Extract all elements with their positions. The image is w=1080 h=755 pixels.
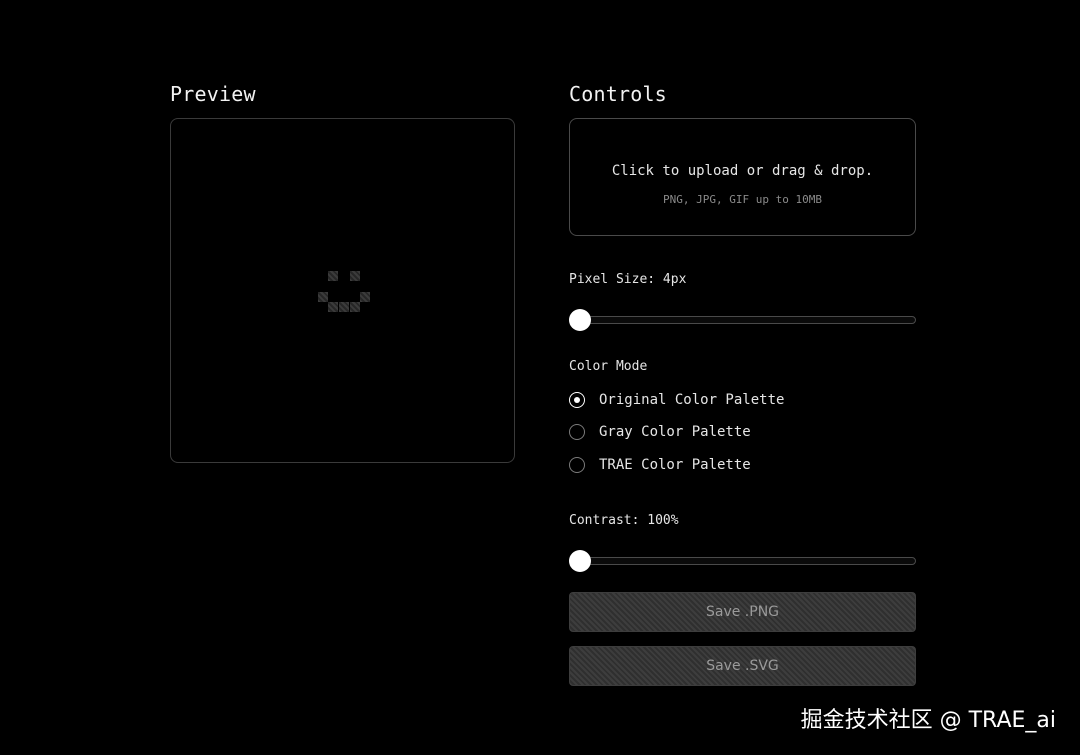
- radio-button[interactable]: [569, 424, 585, 440]
- radio-button[interactable]: [569, 392, 585, 408]
- watermark: 掘金技术社区 @ TRAE_ai: [800, 708, 1056, 733]
- radio-label: Gray Color Palette: [599, 424, 751, 440]
- pixel-size-slider-track[interactable]: [569, 316, 916, 324]
- pixel-size-slider-thumb[interactable]: [569, 309, 591, 331]
- save-svg-button[interactable]: Save .SVG: [569, 646, 916, 686]
- controls-title: Controls: [569, 82, 667, 106]
- radio-button[interactable]: [569, 457, 585, 473]
- pixel-size-label: Pixel Size: 4px: [569, 272, 687, 287]
- pixel-size-slider[interactable]: [569, 308, 916, 332]
- radio-original-palette[interactable]: Original Color Palette: [569, 390, 784, 410]
- preview-title: Preview: [170, 82, 256, 106]
- upload-file-types: PNG, JPG, GIF up to 10MB: [663, 193, 822, 206]
- upload-instruction: Click to upload or drag & drop.: [611, 163, 874, 179]
- color-mode-label: Color Mode: [569, 359, 648, 374]
- contrast-label: Contrast: 100%: [569, 513, 679, 528]
- save-png-button[interactable]: Save .PNG: [569, 592, 916, 632]
- upload-dropzone[interactable]: Click to upload or drag & drop. PNG, JPG…: [569, 118, 916, 236]
- radio-label: Original Color Palette: [599, 392, 785, 408]
- contrast-slider-thumb[interactable]: [569, 550, 591, 572]
- preview-canvas: [170, 118, 515, 463]
- radio-trae-palette[interactable]: TRAE Color Palette: [569, 455, 751, 475]
- radio-label: TRAE Color Palette: [599, 457, 751, 473]
- contrast-slider-track[interactable]: [569, 557, 916, 565]
- pixel-smiley-icon: [318, 271, 372, 313]
- contrast-slider[interactable]: [569, 549, 916, 573]
- radio-gray-palette[interactable]: Gray Color Palette: [569, 422, 751, 442]
